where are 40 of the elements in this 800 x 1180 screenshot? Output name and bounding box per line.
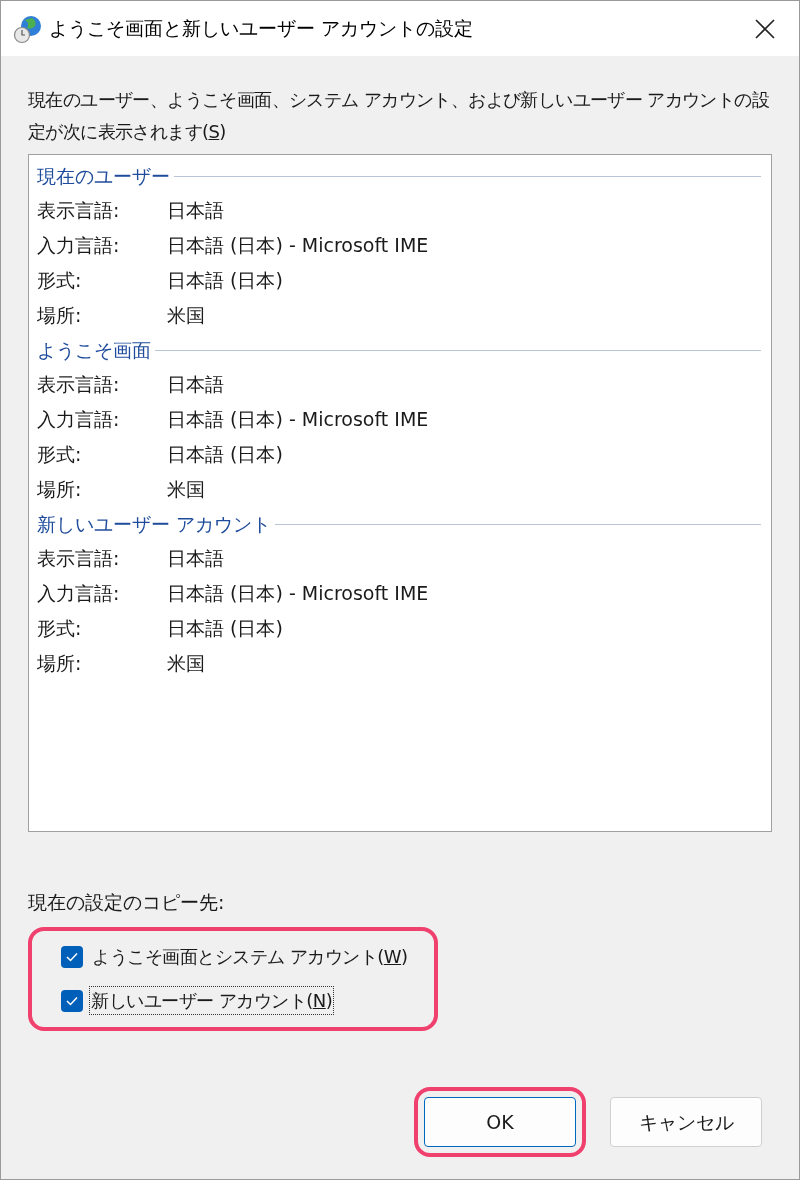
checkbox-label[interactable]: ようこそ画面とシステム アカウント(W) <box>90 942 410 971</box>
window-title: ようこそ画面と新しいユーザー アカウントの設定 <box>49 16 475 42</box>
setting-label: 場所: <box>37 303 83 329</box>
setting-label: 場所: <box>37 651 83 677</box>
setting-label: 表示言語: <box>37 198 121 224</box>
setting-value: 日本語 <box>167 198 224 224</box>
checkmark-icon <box>66 995 78 1006</box>
setting-label: 入力言語: <box>37 581 121 607</box>
setting-label: 入力言語: <box>37 233 121 259</box>
checkmark-icon <box>66 951 78 962</box>
setting-value: 米国 <box>167 477 205 503</box>
copy-to-label: 現在の設定のコピー先: <box>28 890 226 915</box>
description-text: 現在のユーザー、ようこそ画面、システム アカウント、および新しいユーザー アカウントの設定が次に表示されます(S) <box>28 88 771 144</box>
setting-label: 形式: <box>37 442 83 468</box>
setting-label: 表示言語: <box>37 546 121 572</box>
cancel-button[interactable]: キャンセル <box>610 1097 762 1147</box>
checkbox[interactable] <box>61 989 83 1012</box>
setting-value: 日本語 (日本) <box>167 442 283 468</box>
setting-value: 日本語 (日本) - Microsoft IME <box>167 407 429 433</box>
setting-value: 日本語 (日本) - Microsoft IME <box>167 233 429 259</box>
section-heading: ようこそ画面 <box>37 337 151 363</box>
setting-value: 日本語 <box>167 546 224 572</box>
setting-value: 米国 <box>167 651 205 677</box>
close-icon <box>755 18 775 39</box>
setting-value: 日本語 <box>167 372 224 398</box>
section-heading: 新しいユーザー アカウント <box>37 511 272 537</box>
setting-label: 形式: <box>37 268 83 294</box>
setting-label: 形式: <box>37 616 83 642</box>
setting-value: 米国 <box>167 303 205 329</box>
setting-value: 日本語 (日本) <box>167 268 283 294</box>
globe-clock-icon <box>13 13 43 44</box>
setting-value: 日本語 (日本) <box>167 616 283 642</box>
setting-label: 表示言語: <box>37 372 121 398</box>
ok-button[interactable]: OK <box>424 1097 576 1147</box>
setting-label: 場所: <box>37 477 83 503</box>
setting-label: 入力言語: <box>37 407 121 433</box>
setting-value: 日本語 (日本) - Microsoft IME <box>167 581 429 607</box>
checkbox-label[interactable]: 新しいユーザー アカウント(N) <box>89 986 335 1015</box>
checkbox[interactable] <box>61 945 83 968</box>
section-heading: 現在のユーザー <box>37 163 170 189</box>
